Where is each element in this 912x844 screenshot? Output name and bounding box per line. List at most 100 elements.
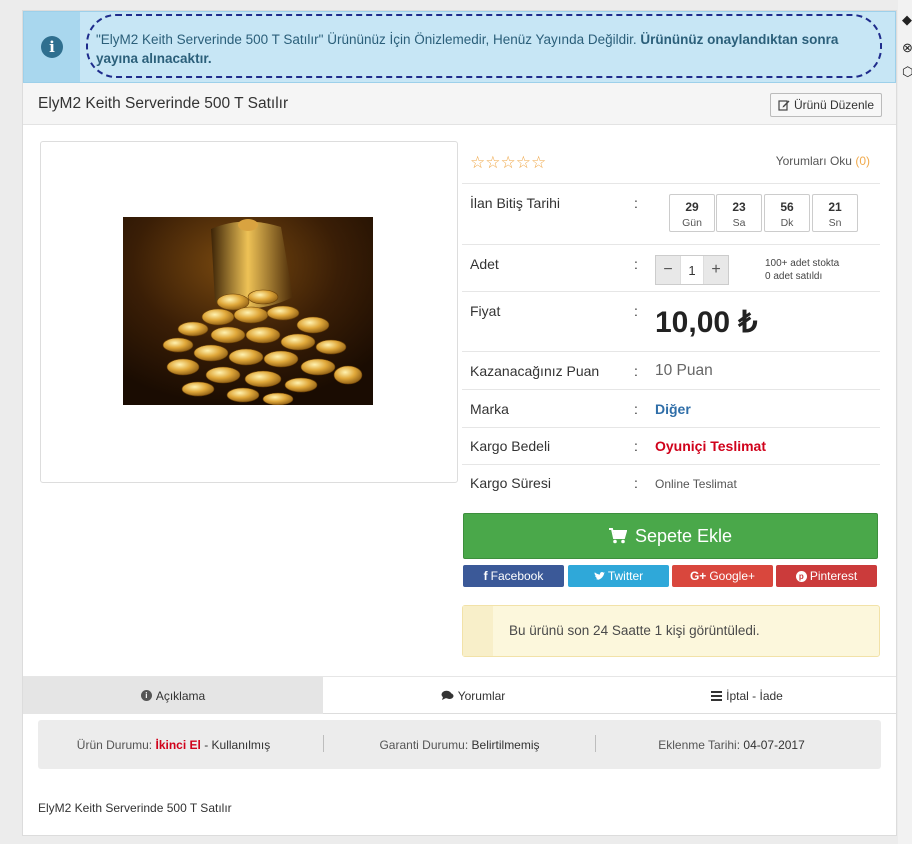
product-image[interactable] <box>123 217 373 405</box>
shipping-fee-value: Oyuniçi Teslimat <box>655 438 766 454</box>
price-label: Fiyat <box>470 303 501 319</box>
notice-message: "ElyM2 Keith Serverinde 500 T Satılır" Ü… <box>96 32 637 47</box>
countdown-minutes: 56 Dk <box>764 194 810 232</box>
increase-button[interactable]: + <box>704 256 728 284</box>
colon: : <box>634 401 638 417</box>
pinterest-icon: p <box>795 570 807 582</box>
colon: : <box>634 303 638 319</box>
colon: : <box>634 256 638 272</box>
countdown-unit: Dk <box>780 217 794 229</box>
decrease-button[interactable]: − <box>656 256 680 284</box>
colon: : <box>634 195 638 211</box>
notice-text: "ElyM2 Keith Serverinde 500 T Satılır" Ü… <box>86 14 882 78</box>
cart-icon <box>608 528 627 544</box>
preview-notice: i "ElyM2 Keith Serverinde 500 T Satılır"… <box>23 11 896 83</box>
share-google-button[interactable]: G+ Google+ <box>672 565 773 587</box>
condition-label: Ürün Durumu: <box>76 737 153 752</box>
tab-return-policy[interactable]: İptal - İade <box>597 677 897 714</box>
edit-product-label: Ürünü Düzenle <box>793 98 874 112</box>
countdown-seconds: 21 Sn <box>812 194 858 232</box>
countdown-unit: Sa <box>732 217 746 229</box>
date-value: 04-07-2017 <box>743 737 805 752</box>
warranty-value: Belirtilmemiş <box>471 737 540 752</box>
condition-value: İkinci El <box>155 737 201 752</box>
quantity-input[interactable]: 1 <box>680 256 704 284</box>
quantity-label: Adet <box>470 256 499 272</box>
info-icon: i <box>41 36 63 58</box>
countdown-row: İlan Bitiş Tarihi : 29 Gün 23 Sa 56 Dk 21 Sn <box>462 184 880 245</box>
quantity-row: Adet : − 1 + 100+ adet stokta 0 adet sat… <box>462 245 880 292</box>
drop-icon[interactable]: ◆ <box>902 12 912 28</box>
stock-count: 100+ adet stokta <box>765 258 840 269</box>
shipping-time-row: Kargo Süresi : Online Teslimat <box>462 465 880 503</box>
tab-label: İptal - İade <box>726 688 783 703</box>
countdown-value: 56 <box>780 200 794 214</box>
product-panel: i "ElyM2 Keith Serverinde 500 T Satılır"… <box>22 10 897 836</box>
comments-icon <box>441 690 454 700</box>
share-facebook-button[interactable]: f Facebook <box>463 565 564 587</box>
warranty-cell: Garanti Durumu: Belirtilmemiş <box>324 720 595 769</box>
title-bar: ElyM2 Keith Serverinde 500 T Satılır Ürü… <box>23 83 896 125</box>
countdown-label: İlan Bitiş Tarihi <box>470 195 561 211</box>
twitter-icon <box>593 571 605 580</box>
edit-product-button[interactable]: Ürünü Düzenle <box>769 93 882 117</box>
product-description: ElyM2 Keith Serverinde 500 T Satılır <box>38 801 232 815</box>
brand-link[interactable]: Diğer <box>655 401 691 417</box>
colon: : <box>634 438 638 454</box>
points-label: Kazanacağınız Puan <box>470 363 600 379</box>
share-label: Google+ <box>709 569 756 583</box>
share-label: Pinterest <box>809 569 858 583</box>
rating-row: ☆☆☆☆☆ Yorumları Oku (0) <box>462 141 880 184</box>
edit-icon <box>778 100 790 111</box>
share-label: Facebook <box>490 569 544 583</box>
condition-cell: Ürün Durumu: İkinci El - Kullanılmış <box>38 720 309 769</box>
shipping-fee-row: Kargo Bedeli : Oyuniçi Teslimat <box>462 428 880 465</box>
reviews-count: (0) <box>855 154 870 168</box>
date-label: Eklenme Tarihi: <box>658 737 741 752</box>
product-image-box <box>40 141 458 483</box>
colon: : <box>634 363 638 379</box>
countdown-days: 29 Gün <box>669 194 715 232</box>
countdown-unit: Sn <box>828 217 842 229</box>
notice-icon-box: i <box>24 12 80 82</box>
page-title: ElyM2 Keith Serverinde 500 T Satılır <box>38 95 289 112</box>
share-twitter-button[interactable]: Twitter <box>568 565 669 587</box>
share-label: Twitter <box>607 569 644 583</box>
stock-info: 100+ adet stokta 0 adet satıldı <box>765 257 839 283</box>
tab-comments[interactable]: Yorumlar <box>323 677 623 714</box>
points-value: 10 Puan <box>655 362 713 379</box>
side-toolbar <box>898 0 912 844</box>
reviews-label: Yorumları Oku <box>775 154 852 168</box>
rating-stars[interactable]: ☆☆☆☆☆ <box>470 153 546 173</box>
shipping-time-value: Online Teslimat <box>655 477 737 491</box>
colon: : <box>634 475 638 491</box>
facebook-icon: f <box>483 569 488 583</box>
points-row: Kazanacağınız Puan : 10 Puan <box>462 352 880 390</box>
notice-accent <box>463 606 493 656</box>
countdown-value: 23 <box>732 200 746 214</box>
brand-label: Marka <box>470 401 509 417</box>
read-reviews-link[interactable]: Yorumları Oku (0) <box>776 154 870 168</box>
google-plus-icon: G+ <box>689 569 707 583</box>
view-count-notice: Bu ürünü son 24 Saatte 1 kişi görüntüled… <box>462 605 880 657</box>
sold-count: 0 adet satıldı <box>765 271 823 282</box>
shipping-time-label: Kargo Süresi <box>470 475 551 491</box>
tab-label: Yorumlar <box>457 688 506 703</box>
add-to-cart-button[interactable]: Sepete Ekle <box>463 513 878 559</box>
cube-icon[interactable]: ⬡ <box>902 64 912 80</box>
add-to-cart-label: Sepete Ekle <box>634 525 733 546</box>
countdown-hours: 23 Sa <box>716 194 762 232</box>
condition-suffix: - Kullanılmış <box>204 737 271 752</box>
tab-label: Açıklama <box>155 688 206 703</box>
countdown-value: 21 <box>828 200 842 214</box>
share-pinterest-button[interactable]: p Pinterest <box>776 565 877 587</box>
dribbble-icon[interactable]: ⊗ <box>902 40 912 56</box>
warranty-label: Garanti Durumu: <box>379 737 469 752</box>
countdown-unit: Gün <box>682 217 702 229</box>
price-value: 10,00 ₺ <box>655 306 758 339</box>
shipping-fee-label: Kargo Bedeli <box>470 438 551 454</box>
list-icon <box>711 690 723 701</box>
date-cell: Eklenme Tarihi: 04-07-2017 <box>596 720 867 769</box>
tab-description[interactable]: i Açıklama <box>23 677 323 714</box>
product-info-bar: Ürün Durumu: İkinci El - Kullanılmış Gar… <box>38 720 881 769</box>
